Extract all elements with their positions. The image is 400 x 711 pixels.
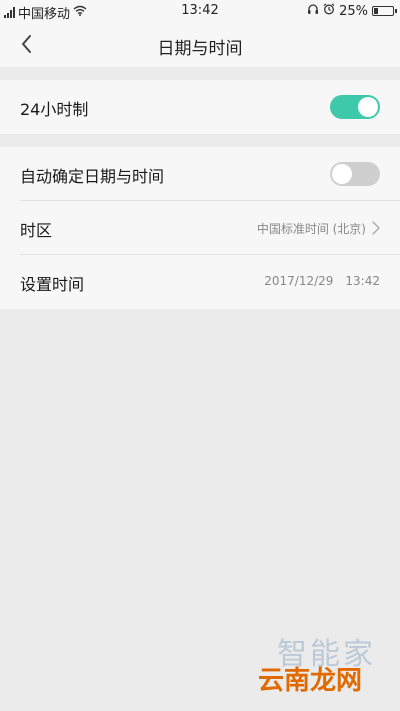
setting-label-set-time: 设置时间 [20, 275, 85, 294]
battery-icon [372, 6, 397, 16]
status-bar-right: 25% [307, 3, 397, 19]
page-title: 日期与时间 [157, 39, 243, 59]
header: 日期与时间 [0, 22, 400, 67]
setting-label-24hour: 24小时制 [20, 100, 89, 119]
section-date-time: 自动确定日期与时间 时区 中国标准时间 (北京) 设置时间 2017/12/29… [0, 147, 400, 309]
setting-row-timezone[interactable]: 时区 中国标准时间 (北京) [0, 201, 400, 255]
battery-percent: 25% [339, 3, 368, 19]
set-time-clock: 13:42 [345, 274, 380, 288]
alarm-icon [323, 3, 335, 19]
setting-row-auto-datetime[interactable]: 自动确定日期与时间 [0, 147, 400, 201]
set-time-date: 2017/12/29 [264, 274, 334, 288]
setting-label-timezone: 时区 [20, 221, 53, 240]
section-time-format: 24小时制 [0, 80, 400, 134]
toggle-knob [358, 97, 378, 117]
watermark: 智能家 云南龙网 [232, 629, 382, 699]
setting-row-24hour[interactable]: 24小时制 [0, 80, 400, 134]
toggle-24hour[interactable] [330, 95, 380, 119]
toggle-auto-datetime[interactable] [330, 162, 380, 186]
battery-fill [374, 8, 378, 14]
chevron-right-icon [372, 221, 380, 235]
setting-row-set-time[interactable]: 设置时间 2017/12/29 13:42 [0, 255, 400, 309]
setting-label-auto-datetime: 自动确定日期与时间 [20, 167, 165, 186]
timezone-value: 中国标准时间 (北京) [256, 222, 366, 236]
watermark-bottom-text: 云南龙网 [257, 666, 362, 696]
headphones-icon [307, 3, 319, 19]
toggle-knob [332, 164, 352, 184]
status-bar: 中国移动 13:42 25% [0, 0, 400, 22]
set-time-value: 2017/12/29 13:42 [264, 274, 380, 288]
